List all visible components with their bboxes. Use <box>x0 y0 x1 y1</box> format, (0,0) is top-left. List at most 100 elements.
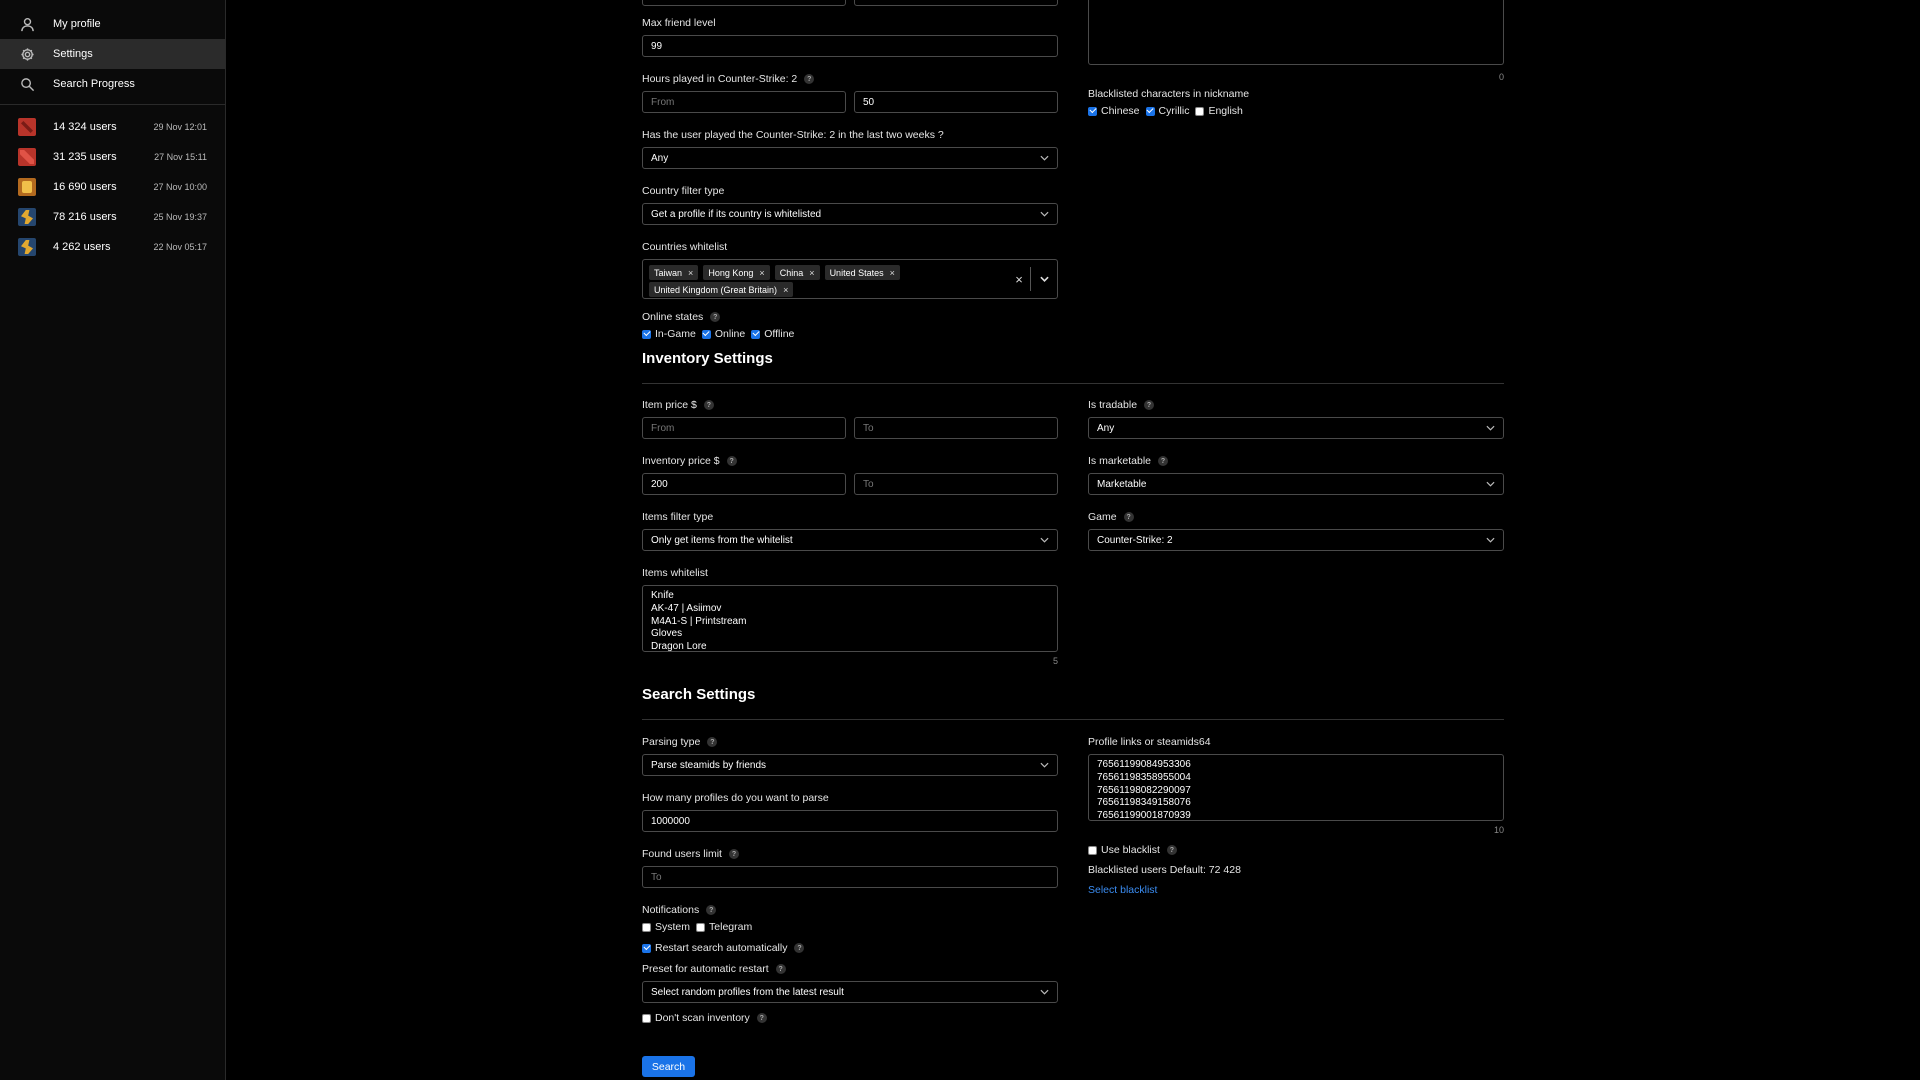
notifications-group: System Telegram <box>642 921 1058 933</box>
help-icon[interactable]: ? <box>756 1013 767 1023</box>
history-item[interactable]: 31 235 users 27 Nov 15:11 <box>0 142 225 172</box>
select-value: Only get items from the whitelist <box>651 534 793 546</box>
game-select[interactable]: Counter-Strike: 2 <box>1088 529 1504 551</box>
item-price-to-input[interactable]: To <box>854 417 1058 439</box>
dont-scan-row[interactable]: Don't scan inventory ? <box>642 1012 1058 1024</box>
close-icon[interactable]: × <box>688 268 693 278</box>
checkbox[interactable] <box>1145 106 1155 116</box>
help-icon[interactable]: ? <box>1158 456 1169 466</box>
profile-links-label: Profile links or steamids64 <box>1088 736 1211 748</box>
checkbox-label: Online <box>714 328 746 340</box>
sidebar: My profile Settings Search Progress 14 3… <box>0 0 226 1080</box>
checkbox[interactable] <box>1088 106 1097 116</box>
tradable-select[interactable]: Any <box>1088 417 1504 439</box>
chevron-down-icon[interactable] <box>1031 276 1057 282</box>
checkbox[interactable] <box>642 922 651 932</box>
close-icon[interactable]: × <box>759 268 764 278</box>
nav-settings[interactable]: Settings <box>0 39 225 69</box>
nav-search-progress[interactable]: Search Progress <box>0 69 225 99</box>
checkbox[interactable] <box>696 922 706 932</box>
select-value: Counter-Strike: 2 <box>1097 534 1173 546</box>
online-state-ingame[interactable]: In-Game <box>642 328 696 340</box>
items-whitelist-textarea[interactable]: Knife AK-47 | Asiimov M4A1-S | Printstre… <box>642 585 1058 652</box>
marketable-select[interactable]: Marketable <box>1088 473 1504 495</box>
inventory-price-from-input[interactable]: 200 <box>642 473 846 495</box>
checkbox[interactable] <box>642 943 651 953</box>
prev-from-input[interactable] <box>642 0 846 6</box>
hours-to-input[interactable]: 50 <box>854 91 1058 113</box>
blacklist-cyrillic[interactable]: Cyrillic <box>1145 105 1189 117</box>
help-icon[interactable]: ? <box>703 400 714 410</box>
clear-all-icon[interactable]: × <box>1008 272 1030 287</box>
help-icon[interactable]: ? <box>794 943 805 953</box>
history-item[interactable]: 16 690 users 27 Nov 10:00 <box>0 172 225 202</box>
played-recent-select[interactable]: Any <box>642 147 1058 169</box>
select-value: Get a profile if its country is whitelis… <box>651 208 822 220</box>
blacklist-chinese[interactable]: Chinese <box>1088 105 1140 117</box>
tag-label: China <box>779 267 804 278</box>
countries-multiselect[interactable]: Taiwan × Hong Kong × China × United States ×… <box>642 259 1058 299</box>
nav-my-profile[interactable]: My profile <box>0 9 225 39</box>
chevron-down-icon <box>1039 153 1049 163</box>
help-icon[interactable]: ? <box>804 74 815 84</box>
items-filter-select[interactable]: Only get items from the whitelist <box>642 529 1058 551</box>
parsing-type-select[interactable]: Parse steamids by friends <box>642 754 1058 776</box>
played-recent-label: Has the user played the Counter-Strike: … <box>642 129 944 141</box>
help-icon[interactable]: ? <box>707 737 718 747</box>
country-filter-select[interactable]: Get a profile if its country is whitelis… <box>642 203 1058 225</box>
nickname-blacklist-textarea[interactable] <box>1088 0 1504 65</box>
help-icon[interactable]: ? <box>775 964 786 974</box>
checkbox[interactable] <box>642 1013 651 1023</box>
gear-icon <box>20 47 35 62</box>
item-price-from-input[interactable]: From <box>642 417 846 439</box>
help-icon[interactable]: ? <box>710 312 721 322</box>
checkbox[interactable] <box>642 329 651 339</box>
profile-left-column: Max friend level 99 Hours played in Coun… <box>642 16 1058 340</box>
history-users: 14 324 users <box>53 121 117 133</box>
online-state-offline[interactable]: Offline <box>751 328 794 340</box>
notify-system[interactable]: System <box>642 921 690 933</box>
history-item[interactable]: 78 216 users 25 Nov 19:37 <box>0 202 225 232</box>
help-icon[interactable]: ? <box>1144 400 1155 410</box>
help-icon[interactable]: ? <box>726 456 737 466</box>
checkbox[interactable] <box>751 329 761 339</box>
online-state-online[interactable]: Online <box>701 328 746 340</box>
notify-telegram[interactable]: Telegram <box>696 921 752 933</box>
history-users: 4 262 users <box>53 241 111 253</box>
restart-auto-row[interactable]: Restart search automatically ? <box>642 942 1058 954</box>
preset-restart-select[interactable]: Select random profiles from the latest r… <box>642 981 1058 1003</box>
chevron-down-icon <box>1039 760 1049 770</box>
select-blacklist-link[interactable]: Select blacklist <box>1088 884 1504 896</box>
inventory-price-to-input[interactable]: To <box>854 473 1058 495</box>
history-users: 78 216 users <box>53 211 117 223</box>
help-icon[interactable]: ? <box>706 905 717 915</box>
use-blacklist-row[interactable]: Use blacklist ? <box>1088 844 1504 856</box>
history-item[interactable]: 14 324 users 29 Nov 12:01 <box>0 112 225 142</box>
close-icon[interactable]: × <box>783 285 788 295</box>
help-icon[interactable]: ? <box>1166 845 1177 855</box>
checkbox[interactable] <box>1195 106 1205 116</box>
help-icon[interactable]: ? <box>1123 512 1134 522</box>
prev-to-input[interactable] <box>854 0 1058 6</box>
steamid-line: 76561198349158076 <box>1097 797 1191 809</box>
search-button[interactable]: Search <box>642 1056 695 1077</box>
checkbox[interactable] <box>701 329 711 339</box>
help-icon[interactable]: ? <box>728 849 739 859</box>
steamid-line: 76561198358955004 <box>1097 771 1191 783</box>
profiles-count-input[interactable]: 1000000 <box>642 810 1058 832</box>
checkbox[interactable] <box>1088 845 1097 855</box>
close-icon[interactable]: × <box>809 268 814 278</box>
profiles-count-label: How many profiles do you want to parse <box>642 792 829 804</box>
blacklist-chars-label: Blacklisted characters in nickname <box>1088 88 1250 100</box>
hours-from-input[interactable]: From <box>642 91 846 113</box>
blacklist-english[interactable]: English <box>1195 105 1243 117</box>
search-right-column: Profile links or steamids64 765611990849… <box>1088 735 1504 896</box>
history-item[interactable]: 4 262 users 22 Nov 05:17 <box>0 232 225 262</box>
found-limit-input[interactable]: To <box>642 866 1058 888</box>
max-friend-level-input[interactable]: 99 <box>642 35 1058 57</box>
marketable-text: Is marketable <box>1088 455 1152 467</box>
profile-links-textarea[interactable]: 76561199084953306 76561198358955004 7656… <box>1088 754 1504 821</box>
close-icon[interactable]: × <box>890 268 895 278</box>
items-filter-label: Items filter type <box>642 511 714 523</box>
country-tag: United States × <box>824 265 900 280</box>
